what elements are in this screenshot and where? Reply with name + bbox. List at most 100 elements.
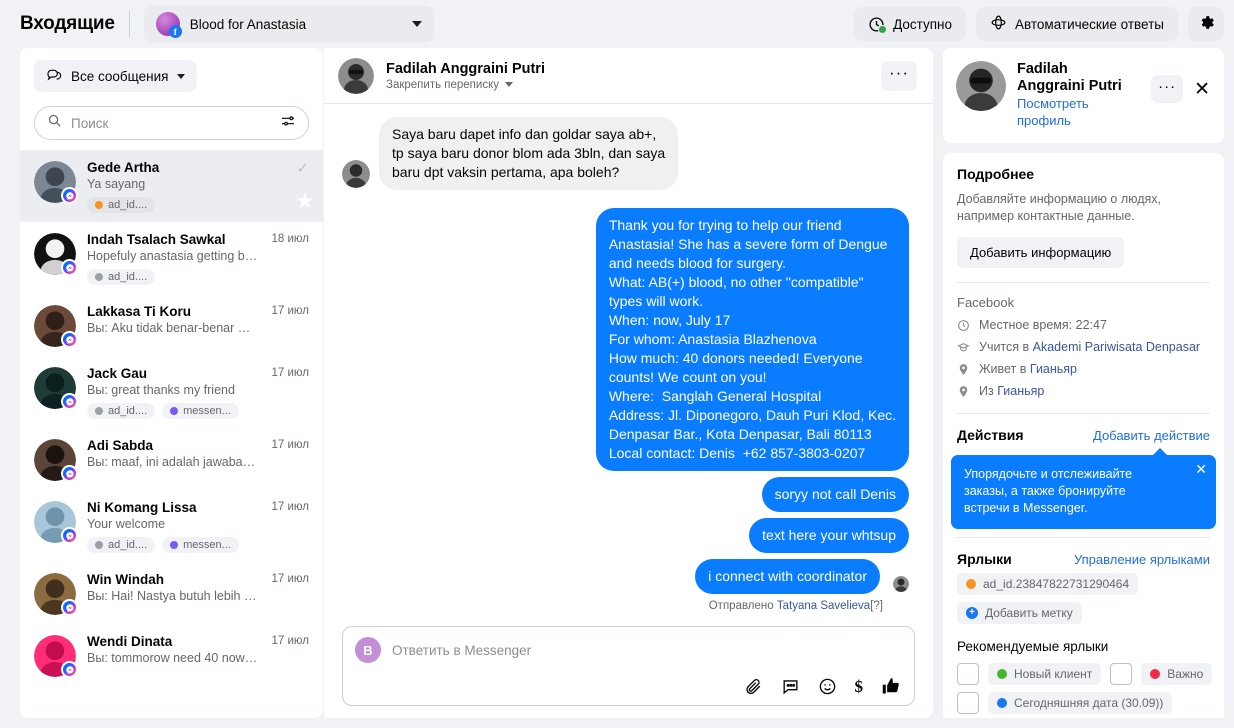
facebook-info-rows: Местное время: 22:47 Учится в Akademi Par…: [943, 314, 1224, 402]
conversation-list-item[interactable]: Lakkasa Ti Koru Вы: Aku tidak benar-benar…: [20, 294, 323, 356]
label-checkbox[interactable]: [957, 663, 979, 685]
conversation-timestamp: 17 июл: [271, 305, 310, 317]
conversation-list-panel: Все сообщения Поиск Gede Artha Ya sayang…: [20, 48, 323, 718]
recommended-label-chip[interactable]: Важно: [1141, 663, 1213, 685]
add-label-button[interactable]: + Добавить метку: [957, 602, 1082, 624]
filter-sliders-icon[interactable]: [280, 113, 296, 134]
conversation-list-item[interactable]: Indah Tsalach Sawkal Hopefuly anastasia g…: [20, 222, 323, 294]
automation-icon: [990, 14, 1007, 34]
search-box[interactable]: [34, 106, 309, 140]
conversation-tag[interactable]: ad_id....: [87, 197, 156, 213]
add-information-button[interactable]: Добавить информацию: [957, 237, 1125, 268]
recommended-label-text: Сегодняшняя дата (30.09)): [1014, 696, 1164, 710]
conversation-name: Indah Tsalach Sawkal: [87, 232, 226, 247]
conversation-list[interactable]: Gede Artha Ya sayang ad_id.... ✓ ★ Indah Tsal…: [20, 150, 323, 718]
conversation-list-item[interactable]: Gede Artha Ya sayang ad_id.... ✓ ★: [20, 150, 323, 222]
applied-label-chip[interactable]: ad_id.23847822731290464: [957, 573, 1139, 595]
avatar-wrapper: [34, 573, 78, 616]
labels-section-title: Ярлыки: [957, 551, 1012, 567]
conversation-meta: 17 июл: [272, 365, 310, 379]
message-filter-button[interactable]: Все сообщения: [34, 60, 198, 92]
message-bubble[interactable]: Thank you for trying to help our friend …: [595, 208, 909, 471]
attachment-icon[interactable]: [744, 677, 763, 696]
divider: [128, 11, 130, 37]
main-body: Все сообщения Поиск Gede Artha Ya sayang…: [0, 48, 1234, 728]
conversation-timestamp: 18 июл: [271, 233, 310, 245]
avatar-wrapper: [34, 233, 78, 276]
facebook-info-text: Учится в Akademi Pariwisata Denpasar: [979, 340, 1201, 354]
page-avatar: f: [155, 12, 182, 38]
add-action-link[interactable]: Добавить действие: [1093, 428, 1210, 443]
label-checkbox[interactable]: [1110, 663, 1133, 685]
tag-color-dot: [170, 541, 179, 549]
recommended-label-row: Новый клиент Важно: [943, 663, 1224, 692]
message-bubble[interactable]: i connect with coordinator: [695, 559, 880, 594]
label-checkbox[interactable]: [957, 692, 979, 714]
facebook-info-link[interactable]: Akademi Pariwisata Denpasar: [1033, 340, 1200, 354]
conversation-content: Win Windah Вы: Hai! Nastya butuh lebih ba…: [87, 571, 261, 603]
actions-tooltip: Упорядочьте и отслеживайте заказы, а так…: [951, 448, 1216, 529]
recommended-label-chip[interactable]: Новый клиент: [988, 663, 1102, 685]
settings-button[interactable]: [1188, 7, 1224, 41]
conversation-list-item[interactable]: Win Windah Вы: Hai! Nastya butuh lebih ba…: [20, 562, 323, 624]
conversation-list-item[interactable]: Wendi Dinata Вы: tommorow need 40 now 18 …: [20, 624, 323, 686]
thumbs-up-icon[interactable]: [881, 676, 902, 697]
payment-icon[interactable]: $: [855, 677, 864, 697]
search-input[interactable]: [71, 115, 271, 131]
close-icon[interactable]: ✕: [1192, 80, 1212, 99]
conversation-tags: ad_id....: [87, 269, 261, 285]
conversation-tag[interactable]: messen...: [162, 537, 239, 553]
conversation-tag[interactable]: ad_id....: [87, 269, 156, 285]
emoji-icon[interactable]: [818, 677, 837, 696]
automatic-replies-label: Автоматические ответы: [1015, 16, 1164, 32]
clock-icon: [957, 319, 970, 332]
conversation-name: Win Windah: [87, 572, 164, 587]
quick-reply-icon[interactable]: [781, 677, 800, 696]
avatar-wrapper: [34, 635, 78, 678]
conversation-meta: 17 июл: [272, 303, 310, 317]
thread-panel: Fadilah Anggraini Putri Закрепить перепи…: [324, 48, 933, 718]
sent-by-user-link[interactable]: Tatyana Savelieva: [777, 600, 870, 612]
page-title: Входящие: [20, 13, 115, 34]
pin-icon: [957, 385, 970, 398]
recommended-label-text: Новый клиент: [1014, 667, 1093, 681]
facebook-info-link[interactable]: Гианьяр: [1030, 362, 1077, 376]
tag-color-dot: [170, 407, 179, 415]
conversation-list-item[interactable]: Ni Komang Lissa Your welcome ad_id.... mess…: [20, 490, 323, 562]
facebook-info-row: Учится в Akademi Pariwisata Denpasar: [943, 336, 1224, 358]
availability-status-button[interactable]: Доступно: [854, 7, 966, 41]
conversation-content: Jack Gau Вы: great thanks my friend ad_id.…: [87, 365, 261, 419]
manage-labels-link[interactable]: Управление ярлыками: [1074, 552, 1210, 567]
message-composer[interactable]: B Ответить в Messenger $: [342, 626, 915, 706]
message-bubble[interactable]: soryy not call Denis: [761, 477, 909, 512]
message-input[interactable]: [392, 642, 902, 658]
conversation-tag[interactable]: ad_id....: [87, 537, 156, 553]
seen-avatar: [893, 576, 909, 592]
search-icon: [47, 113, 62, 133]
conversation-meta: 17 июл: [272, 571, 310, 585]
message-bubble[interactable]: text here your whtsup: [749, 518, 909, 553]
conversation-timestamp: 17 июл: [271, 573, 310, 585]
conversation-name: Lakkasa Ti Koru: [87, 304, 192, 319]
star-icon: ★: [295, 188, 315, 213]
facebook-info-link[interactable]: Гианьяр: [997, 384, 1044, 398]
conversation-meta: 17 июл: [272, 633, 310, 647]
view-profile-link[interactable]: Посмотреть профиль: [1017, 95, 1140, 129]
search-section: [20, 98, 323, 150]
automatic-replies-button[interactable]: Автоматические ответы: [976, 7, 1178, 41]
conversation-list-item[interactable]: Adi Sabda Вы: maaf, ini adalah jawaban ot…: [20, 428, 323, 490]
facebook-info-text: Из Гианьяр: [979, 384, 1045, 398]
conversation-tag[interactable]: messen...: [162, 403, 239, 419]
label-color-dot: [1150, 669, 1161, 679]
message-bubble[interactable]: Saya baru dapet info dan goldar saya ab+…: [379, 117, 679, 190]
page-selector[interactable]: f Blood for Anastasia: [143, 6, 434, 42]
recommended-label-chip[interactable]: Сегодняшняя дата (30.09)): [988, 692, 1173, 714]
profile-more-button[interactable]: ···: [1151, 75, 1184, 103]
conversation-list-item[interactable]: Jack Gau Вы: great thanks my friend ad_id.…: [20, 356, 323, 428]
pin-conversation-button[interactable]: Закрепить переписку: [386, 79, 869, 91]
conversation-tag[interactable]: ad_id....: [87, 403, 156, 419]
message-scroll-area[interactable]: Saya baru dapet info dan goldar saya ab+…: [324, 104, 933, 626]
actions-section-title: Действия: [957, 427, 1024, 443]
close-icon[interactable]: ✕: [1195, 462, 1207, 476]
thread-more-button[interactable]: ···: [881, 60, 917, 91]
